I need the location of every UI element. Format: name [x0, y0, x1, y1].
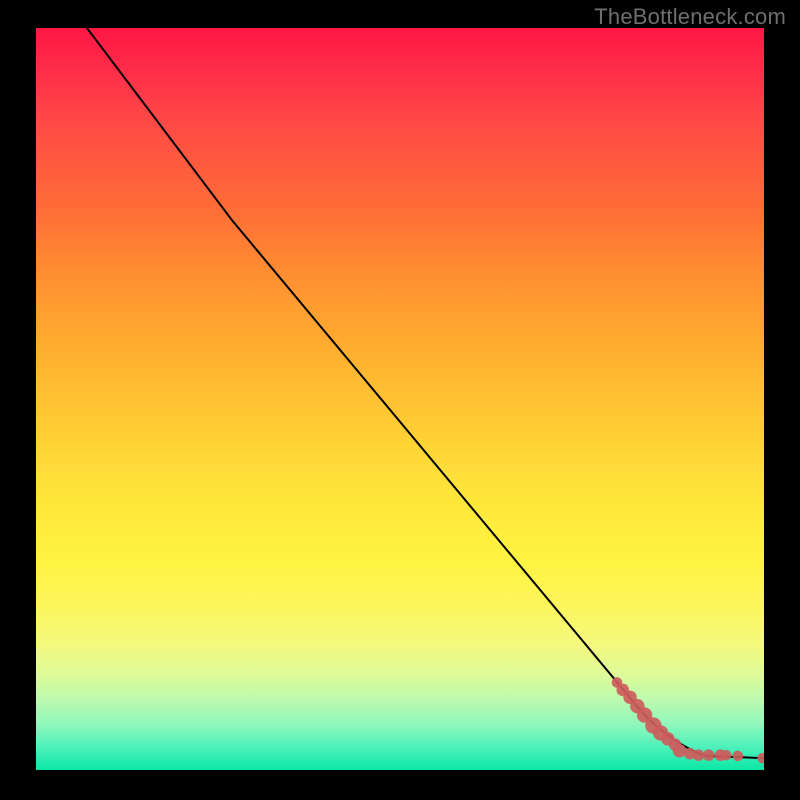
- data-point: [757, 753, 764, 764]
- data-point: [733, 751, 744, 762]
- data-point: [703, 749, 715, 761]
- chart-container: TheBottleneck.com: [0, 0, 800, 800]
- attribution-label: TheBottleneck.com: [594, 4, 786, 30]
- plot-svg: [36, 28, 764, 770]
- data-points: [612, 677, 764, 763]
- curve-line: [87, 28, 764, 758]
- data-point: [721, 750, 732, 761]
- plot-area: [36, 28, 764, 770]
- data-point: [693, 749, 705, 761]
